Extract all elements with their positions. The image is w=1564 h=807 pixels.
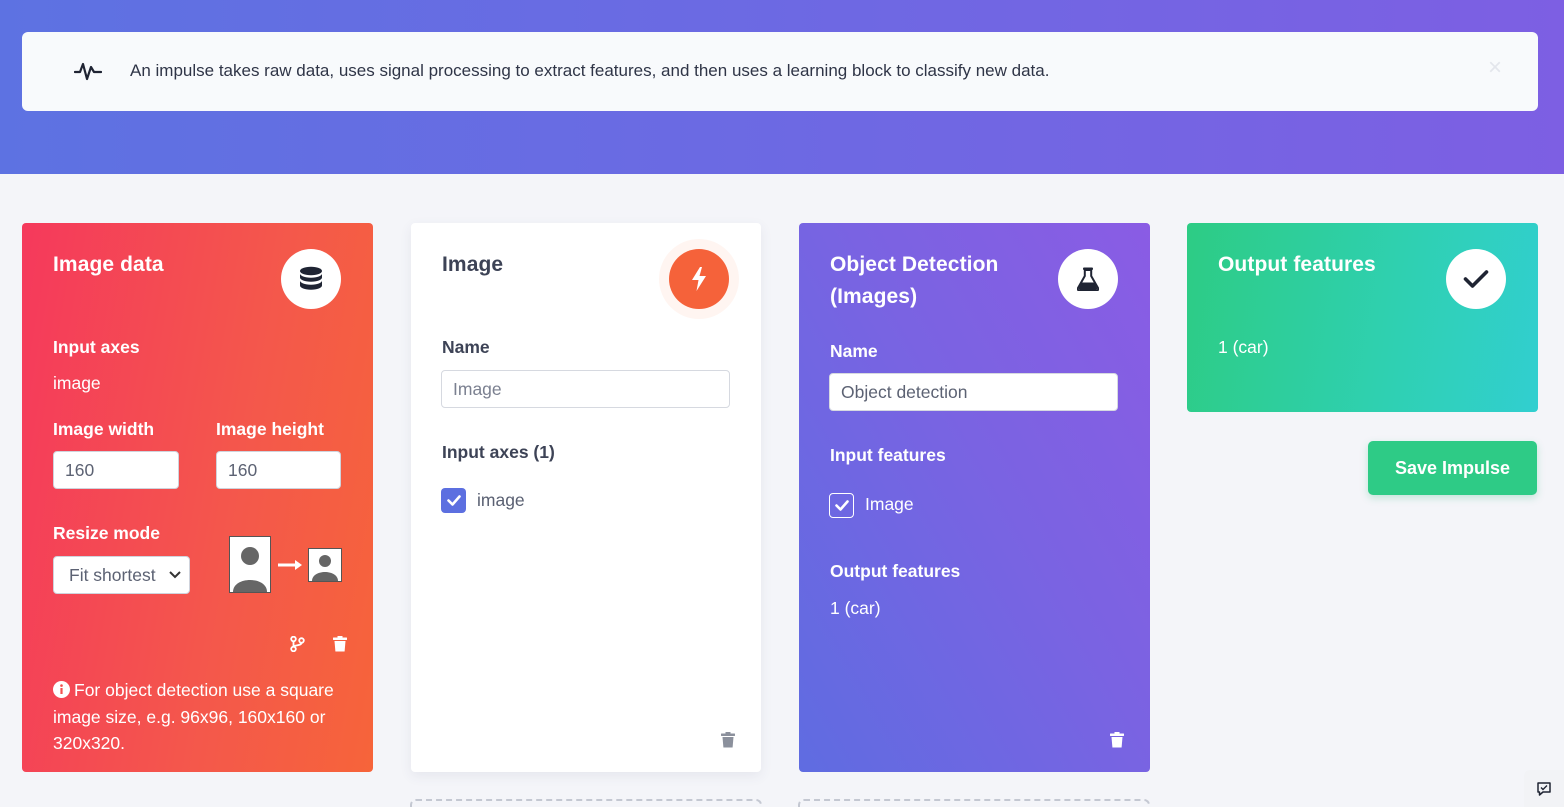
feedback-icon xyxy=(1537,781,1551,796)
output-features-value: 1 (car) xyxy=(1218,337,1269,357)
axis-checkbox-image[interactable] xyxy=(441,488,466,513)
output-features-card: Output features 1 (car) xyxy=(1187,223,1538,412)
check-icon xyxy=(834,500,849,511)
lightning-icon xyxy=(669,249,729,309)
resize-illustration xyxy=(229,536,342,593)
name-label: Name xyxy=(830,341,878,361)
learning-name-input[interactable]: Object detection xyxy=(829,373,1118,411)
output-features-label: Output features xyxy=(830,561,961,581)
input-features-label: Input features xyxy=(830,445,946,465)
add-learning-block-placeholder[interactable] xyxy=(798,799,1150,807)
card-title: Image data xyxy=(53,253,164,276)
image-height-label: Image height xyxy=(216,419,324,439)
add-processing-block-placeholder[interactable] xyxy=(410,799,762,807)
info-icon xyxy=(53,681,70,698)
note-text: For object detection use a square image … xyxy=(53,680,334,753)
trash-icon[interactable] xyxy=(1110,732,1124,748)
branch-icon[interactable] xyxy=(290,636,305,652)
resize-mode-value: Fit shortest xyxy=(69,564,156,585)
resize-mode-select[interactable]: Fit shortest xyxy=(53,556,190,594)
image-data-card: Image data Input axes image Image width … xyxy=(22,223,373,772)
processing-name-input[interactable]: Image xyxy=(441,370,730,408)
close-icon[interactable]: × xyxy=(1488,56,1502,80)
pulse-icon xyxy=(74,62,102,81)
object-detection-note: For object detection use a square image … xyxy=(53,677,343,757)
processing-block-card: Image Name Image Input axes (1) image xyxy=(411,223,761,772)
axis-label-image: image xyxy=(477,490,525,510)
flask-icon xyxy=(1058,249,1118,309)
trash-icon[interactable] xyxy=(333,636,347,652)
checkmark-icon xyxy=(1446,249,1506,309)
trash-icon[interactable] xyxy=(721,732,735,748)
card-title-line2: (Images) xyxy=(830,285,918,308)
banner-message: An impulse takes raw data, uses signal p… xyxy=(130,61,1050,80)
card-title-line1: Object Detection xyxy=(830,253,999,276)
card-title: Image xyxy=(442,253,504,276)
output-features-value: 1 (car) xyxy=(830,598,881,618)
name-label: Name xyxy=(442,337,490,357)
chevron-down-icon xyxy=(169,571,181,579)
image-width-label: Image width xyxy=(53,419,155,439)
input-axes-value: image xyxy=(53,373,101,393)
image-height-input[interactable]: 160 xyxy=(216,451,341,489)
input-axes-label: Input axes (1) xyxy=(442,442,555,462)
database-icon xyxy=(281,249,341,309)
card-title: Object Detection (Images) xyxy=(830,249,998,313)
info-banner: An impulse takes raw data, uses signal p… xyxy=(22,32,1538,111)
hero-header: An impulse takes raw data, uses signal p… xyxy=(0,0,1564,174)
resize-mode-label: Resize mode xyxy=(53,523,160,543)
feature-label-image: Image xyxy=(865,494,914,514)
save-impulse-button[interactable]: Save Impulse xyxy=(1368,441,1537,495)
input-axes-label: Input axes xyxy=(53,337,140,357)
card-title: Output features xyxy=(1218,253,1376,276)
feedback-button[interactable] xyxy=(1524,770,1564,807)
check-icon xyxy=(446,495,461,506)
learning-block-card: Object Detection (Images) Name Object de… xyxy=(799,223,1150,772)
feature-checkbox-image[interactable] xyxy=(829,493,854,518)
image-width-input[interactable]: 160 xyxy=(53,451,179,489)
